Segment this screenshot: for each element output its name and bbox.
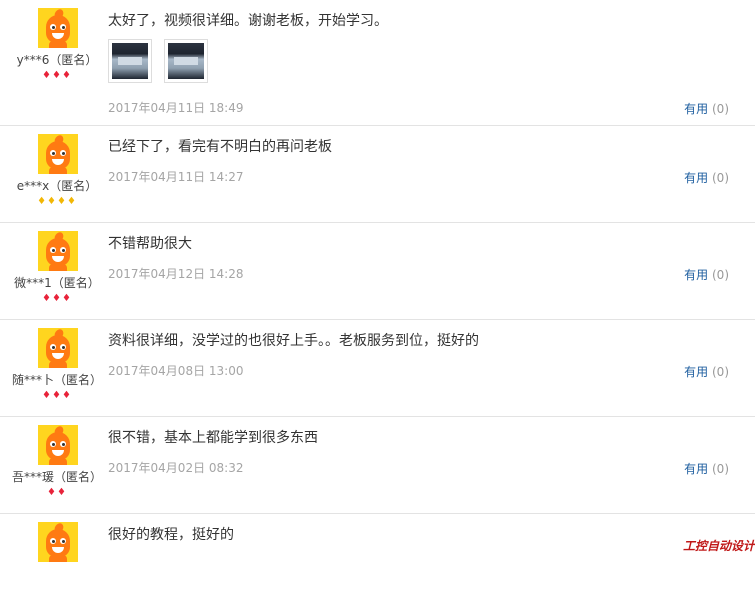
reviewer-name: y***6（匿名） [16, 53, 98, 67]
review-item: 随***卜（匿名） ♦♦♦ 资料很详细，没学过的也很好上手。。老板服务到位，挺好… [0, 320, 755, 417]
review-item: 吾***瑗（匿名） ♦♦ 很不错，基本上都能学到很多东西 2017年04月02日… [0, 417, 755, 514]
useful-label[interactable]: 有用 [684, 102, 708, 116]
useful-button[interactable]: 有用 (0) [684, 266, 729, 283]
useful-count: (0) [712, 102, 729, 116]
review-text: 很不错，基本上都能学到很多东西 [108, 430, 318, 446]
buyer-level-icon: ♦♦♦♦ [37, 196, 77, 207]
useful-button[interactable]: 有用 (0) [684, 460, 729, 477]
useful-count: (0) [712, 365, 729, 379]
useful-label[interactable]: 有用 [684, 365, 708, 379]
review-text: 不错帮助很大 [108, 236, 192, 252]
user-avatar[interactable] [38, 425, 78, 465]
user-avatar[interactable] [38, 134, 78, 174]
user-avatar[interactable] [38, 522, 78, 562]
review-photo-thumbnail[interactable] [108, 39, 152, 83]
review-text: 已经下了，看完有不明白的再问老板 [108, 139, 332, 155]
reviewer-name: 微***1（匿名） [14, 276, 100, 290]
useful-button[interactable]: 有用 (0) [684, 100, 729, 117]
review-text: 资料很详细，没学过的也很好上手。。老板服务到位，挺好的 [108, 333, 479, 349]
review-photo-thumbnail[interactable] [164, 39, 208, 83]
reviewer-name: 随***卜（匿名） [11, 373, 102, 387]
reviewer-name: 吾***瑗（匿名） [11, 470, 102, 484]
buyer-level-icon: ♦♦♦ [42, 293, 72, 304]
user-avatar[interactable] [38, 8, 78, 48]
review-item: 很好的教程，挺好的 [0, 514, 755, 611]
buyer-level-icon: ♦♦ [47, 487, 67, 498]
buyer-level-icon: ♦♦♦ [42, 390, 72, 401]
review-item: 微***1（匿名） ♦♦♦ 不错帮助很大 2017年04月12日 14:28 有… [0, 223, 755, 320]
useful-button[interactable]: 有用 (0) [684, 363, 729, 380]
user-avatar[interactable] [38, 328, 78, 368]
review-text: 太好了，视频很详细。谢谢老板，开始学习。 [108, 13, 388, 29]
useful-button[interactable]: 有用 (0) [684, 169, 729, 186]
watermark: 工控自动设计 [682, 539, 755, 553]
user-avatar[interactable] [38, 231, 78, 271]
review-date: 2017年04月02日 08:32 [108, 461, 244, 475]
useful-count: (0) [712, 268, 729, 282]
review-date: 2017年04月11日 14:27 [108, 170, 244, 184]
review-item: y***6（匿名） ♦♦♦ 太好了，视频很详细。谢谢老板，开始学习。 2017年… [0, 0, 755, 126]
reviewer-name: e***x（匿名） [16, 179, 98, 193]
useful-label[interactable]: 有用 [684, 171, 708, 185]
buyer-level-icon: ♦♦♦ [42, 70, 72, 81]
useful-label[interactable]: 有用 [684, 462, 708, 476]
useful-count: (0) [712, 171, 729, 185]
review-date: 2017年04月12日 14:28 [108, 267, 244, 281]
review-text: 很好的教程，挺好的 [108, 527, 234, 543]
review-date: 2017年04月08日 13:00 [108, 364, 244, 378]
review-date: 2017年04月11日 18:49 [108, 101, 244, 115]
review-item: e***x（匿名） ♦♦♦♦ 已经下了，看完有不明白的再问老板 2017年04月… [0, 126, 755, 223]
useful-count: (0) [712, 462, 729, 476]
useful-label[interactable]: 有用 [684, 268, 708, 282]
